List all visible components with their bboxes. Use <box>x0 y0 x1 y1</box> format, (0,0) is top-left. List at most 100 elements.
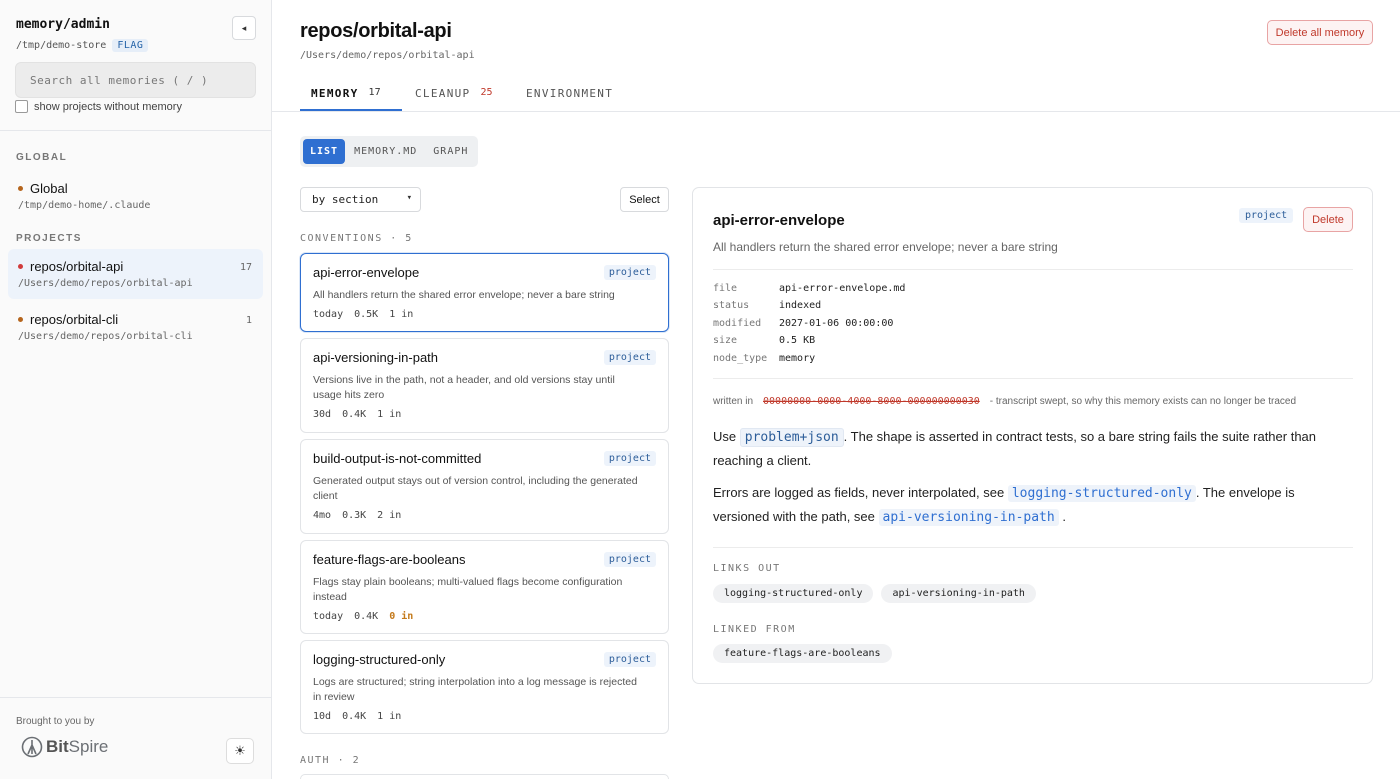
card-links-in: 1 in <box>377 409 402 420</box>
scope-tag: project <box>603 350 656 365</box>
sun-icon: ☀ <box>234 743 246 758</box>
sidebar: memory/admin /tmp/demo-store FLAG ◂ Sear… <box>0 0 272 779</box>
sidebar-item-path: /Users/demo/repos/orbital-cli <box>18 331 193 342</box>
meta-row: file api-error-envelope.md <box>713 283 905 294</box>
tab-memory[interactable]: MEMORY 17 <box>311 87 381 100</box>
link-pill[interactable]: api-versioning-in-path <box>881 584 1036 603</box>
card-meta: 30d 0.4K 1 in <box>313 409 656 420</box>
meta-key: modified <box>713 318 762 329</box>
tab-cleanup[interactable]: CLEANUP 25 <box>415 87 493 100</box>
collapse-icon: ◂ <box>241 22 247 33</box>
card-size: 0.4K <box>342 409 367 420</box>
card-links-in: 2 in <box>377 510 402 521</box>
memory-body-paragraph: Use problem+json. The shape is asserted … <box>713 425 1353 472</box>
card-meta: today 0.4K 0 in <box>313 611 656 622</box>
show-projects-checkbox[interactable] <box>15 100 28 113</box>
memory-card[interactable] <box>300 774 669 779</box>
link-pill[interactable]: logging-structured-only <box>713 584 874 603</box>
scope-tag: project <box>603 552 656 567</box>
sort-select[interactable]: by section ▾ <box>300 187 421 212</box>
sidebar-item-orbital-api[interactable]: repos/orbital-api /Users/demo/repos/orbi… <box>8 249 263 299</box>
memory-link[interactable]: logging-structured-only <box>1007 485 1196 502</box>
card-description: Generated output stays out of version co… <box>313 475 638 502</box>
sidebar-item-orbital-cli[interactable]: repos/orbital-cli /Users/demo/repos/orbi… <box>8 302 263 352</box>
project-path: /Users/demo/repos/orbital-api <box>300 50 475 61</box>
view-list-button[interactable]: LIST <box>303 139 346 164</box>
links-out-heading: LINKS OUT <box>713 563 781 574</box>
card-description: All handlers return the shared error env… <box>313 289 615 301</box>
card-meta: 4mo 0.3K 2 in <box>313 510 656 521</box>
memory-card[interactable]: logging-structured-only project Logs are… <box>300 640 669 734</box>
memory-card[interactable]: api-error-envelope project All handlers … <box>300 253 669 332</box>
written-in: written in 00000000-0000-4000-8000-00000… <box>713 396 1296 407</box>
sidebar-item-path: /Users/demo/repos/orbital-api <box>18 278 193 289</box>
theme-toggle-button[interactable]: ☀ <box>226 738 254 764</box>
card-meta: 10d 0.4K 1 in <box>313 711 656 722</box>
meta-row: node_type memory <box>713 353 815 364</box>
card-meta: today 0.5K 1 in <box>313 309 656 320</box>
tab-count: 25 <box>480 87 493 98</box>
select-button[interactable]: Select <box>620 187 669 212</box>
scope-tag: project <box>1239 208 1294 223</box>
status-dot <box>18 317 23 322</box>
show-projects-label: show projects without memory <box>34 100 182 113</box>
main-content: repos/orbital-api /Users/demo/repos/orbi… <box>272 0 1400 779</box>
sidebar-item-label: repos/orbital-cli <box>30 312 119 327</box>
brought-by: Brought to you by <box>16 716 95 727</box>
store-info: /tmp/demo-store FLAG <box>16 39 149 52</box>
chevron-down-icon: ▾ <box>406 193 412 203</box>
memory-card[interactable]: build-output-is-not-committed project Ge… <box>300 439 669 534</box>
tab-environment[interactable]: ENVIRONMENT <box>526 87 613 100</box>
status-dot <box>18 264 23 269</box>
divider <box>0 130 271 131</box>
bitspire-logo: BitSpire <box>21 736 108 758</box>
view-graph-button[interactable]: GRAPH <box>426 139 475 164</box>
divider <box>713 547 1353 548</box>
store-path: /tmp/demo-store <box>16 40 107 51</box>
memory-card[interactable]: feature-flags-are-booleans project Flags… <box>300 540 669 634</box>
tab-label: ENVIRONMENT <box>526 87 614 100</box>
link-pill[interactable]: feature-flags-are-booleans <box>713 644 892 663</box>
memory-count: 1 <box>245 315 252 326</box>
meta-key: node_type <box>713 353 768 364</box>
sidebar-item-label: repos/orbital-api <box>30 259 124 274</box>
show-projects-toggle[interactable]: show projects without memory <box>15 100 182 113</box>
sidebar-item-global[interactable]: Global /tmp/demo-home/.claude <box>8 171 263 221</box>
card-age: today <box>313 611 344 622</box>
meta-value: indexed <box>779 300 822 311</box>
memory-card[interactable]: api-versioning-in-path project Versions … <box>300 338 669 433</box>
delete-memory-button[interactable]: Delete <box>1303 207 1353 232</box>
card-description: Flags stay plain booleans; multi-valued … <box>313 576 623 603</box>
projects-heading: PROJECTS <box>16 233 82 244</box>
page-title: repos/orbital-api <box>300 20 452 42</box>
memory-body-paragraph: Errors are logged as fields, never inter… <box>713 481 1353 529</box>
card-age: today <box>313 309 344 320</box>
linked-from-heading: LINKED FROM <box>713 624 796 635</box>
section-heading-conventions: CONVENTIONS · 5 <box>300 233 413 244</box>
written-in-label: written in <box>713 396 754 407</box>
card-age: 10d <box>313 711 332 722</box>
card-size: 0.4K <box>354 611 379 622</box>
tab-label: CLEANUP <box>415 87 471 100</box>
transcript-note: - transcript swept, so why this memory e… <box>989 396 1297 407</box>
tabs-divider <box>272 111 1400 112</box>
memory-count: 17 <box>239 262 252 273</box>
memory-link[interactable]: api-versioning-in-path <box>878 509 1059 526</box>
card-age: 30d <box>313 409 332 420</box>
meta-value: memory <box>779 353 816 364</box>
global-heading: GLOBAL <box>16 152 68 163</box>
meta-key: size <box>713 335 738 346</box>
card-links-in: 0 in <box>389 611 414 622</box>
delete-all-memory-button[interactable]: Delete all memory <box>1267 20 1373 45</box>
card-age: 4mo <box>313 510 332 521</box>
divider <box>713 378 1353 379</box>
scope-tag: project <box>603 265 656 280</box>
search-input[interactable]: Search all memories ( / ) <box>15 62 256 98</box>
transcript-id: 00000000-0000-4000-8000-000000000030 <box>763 396 980 407</box>
meta-key: status <box>713 300 750 311</box>
view-memory-md-button[interactable]: MEMORY.MD <box>347 139 424 164</box>
collapse-sidebar-button[interactable]: ◂ <box>232 16 256 40</box>
memory-detail-panel: api-error-envelope project Delete All ha… <box>692 187 1373 684</box>
card-description: Versions live in the path, not a header,… <box>313 374 615 401</box>
logo-text: Spire <box>68 737 109 756</box>
